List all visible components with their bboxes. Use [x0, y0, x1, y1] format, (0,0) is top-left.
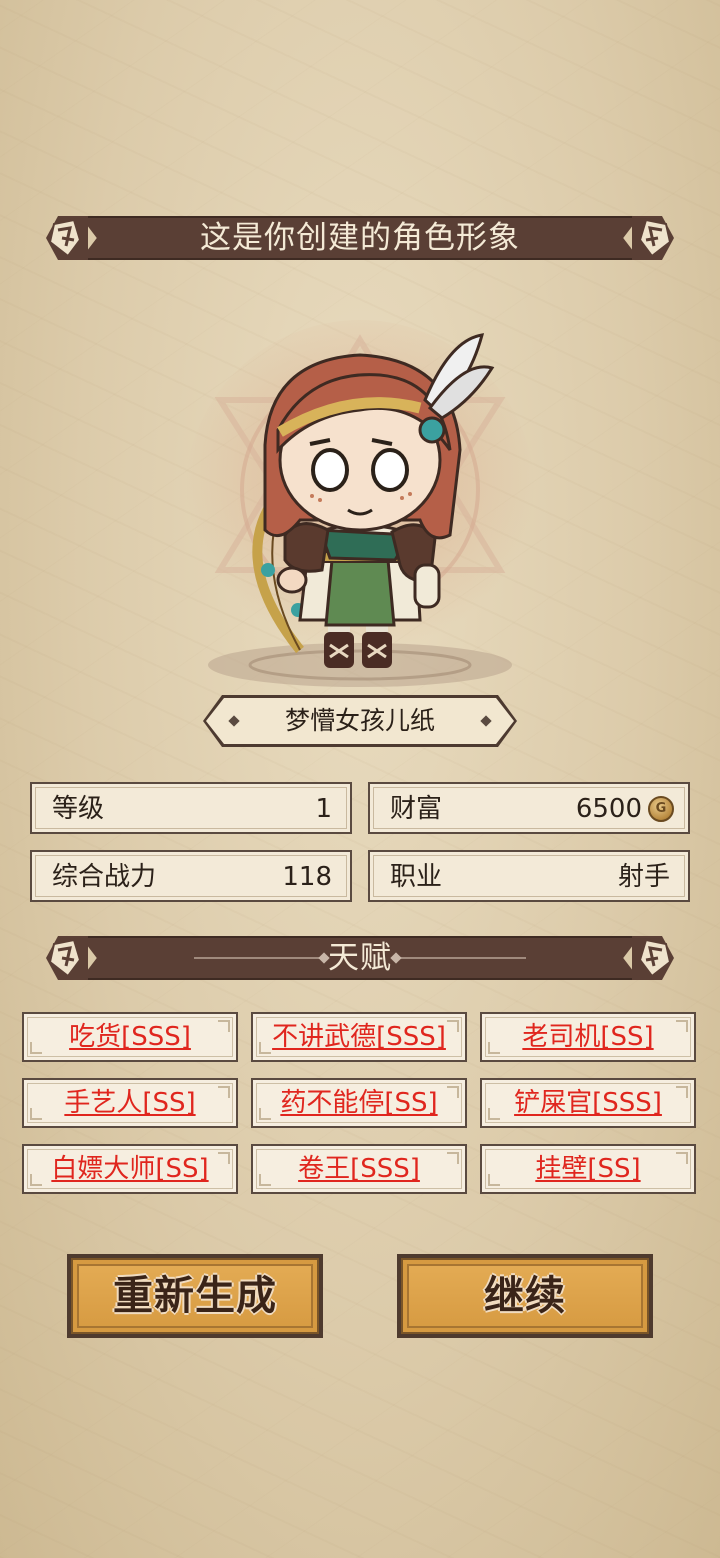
- character-name: 梦懵女孩儿纸: [284, 706, 435, 735]
- talent-label[interactable]: 药不能停[SS]: [280, 1088, 437, 1118]
- talent-item[interactable]: 老司机[SS]: [480, 1012, 696, 1062]
- header-banner: 这是你创建的角色形象: [44, 210, 676, 266]
- talent-banner: 天赋: [44, 930, 676, 986]
- talent-label[interactable]: 铲屎官[SSS]: [514, 1088, 662, 1118]
- stat-level-label: 等级: [52, 794, 105, 824]
- stat-power-value: 118: [282, 862, 332, 892]
- stat-wealth: 财富 6500 G: [368, 782, 690, 834]
- continue-button-label[interactable]: 继续: [401, 1258, 649, 1334]
- coin-icon: G: [648, 796, 674, 822]
- stat-power: 综合战力 118: [30, 850, 352, 902]
- talent-label[interactable]: 白嫖大师[SS]: [51, 1154, 208, 1184]
- character-nameplate: 梦懵女孩儿纸: [206, 698, 514, 744]
- stat-wealth-value: 6500: [575, 794, 642, 824]
- talent-label[interactable]: 不讲武德[SSS]: [272, 1022, 446, 1052]
- stat-job-value: 射手: [617, 862, 670, 892]
- stat-level-value: 1: [315, 794, 332, 824]
- stat-job: 职业 射手: [368, 850, 690, 902]
- talent-item[interactable]: 吃货[SSS]: [22, 1012, 238, 1062]
- talent-label[interactable]: 挂壁[SS]: [535, 1154, 640, 1184]
- talent-title: 天赋: [328, 940, 392, 976]
- talent-label[interactable]: 吃货[SSS]: [69, 1022, 191, 1052]
- character-portrait: [185, 320, 535, 687]
- talent-item[interactable]: 手艺人[SS]: [22, 1078, 238, 1128]
- talent-item[interactable]: 卷王[SSS]: [251, 1144, 467, 1194]
- continue-button[interactable]: 继续: [397, 1254, 653, 1338]
- stat-job-label: 职业: [390, 862, 443, 892]
- talent-item[interactable]: 挂壁[SS]: [480, 1144, 696, 1194]
- regenerate-button[interactable]: 重新生成: [67, 1254, 323, 1338]
- talent-item[interactable]: 铲屎官[SSS]: [480, 1078, 696, 1128]
- stat-wealth-label: 财富: [390, 794, 443, 824]
- talent-item[interactable]: 药不能停[SS]: [251, 1078, 467, 1128]
- talent-label[interactable]: 老司机[SS]: [522, 1022, 653, 1052]
- stat-level: 等级 1: [30, 782, 352, 834]
- page-title: 这是你创建的角色形象: [200, 220, 520, 256]
- regenerate-button-label[interactable]: 重新生成: [71, 1258, 319, 1334]
- talent-item[interactable]: 白嫖大师[SS]: [22, 1144, 238, 1194]
- talent-label[interactable]: 手艺人[SS]: [64, 1088, 195, 1118]
- stat-power-label: 综合战力: [52, 862, 157, 892]
- talent-item[interactable]: 不讲武德[SSS]: [251, 1012, 467, 1062]
- talent-label[interactable]: 卷王[SSS]: [298, 1154, 420, 1184]
